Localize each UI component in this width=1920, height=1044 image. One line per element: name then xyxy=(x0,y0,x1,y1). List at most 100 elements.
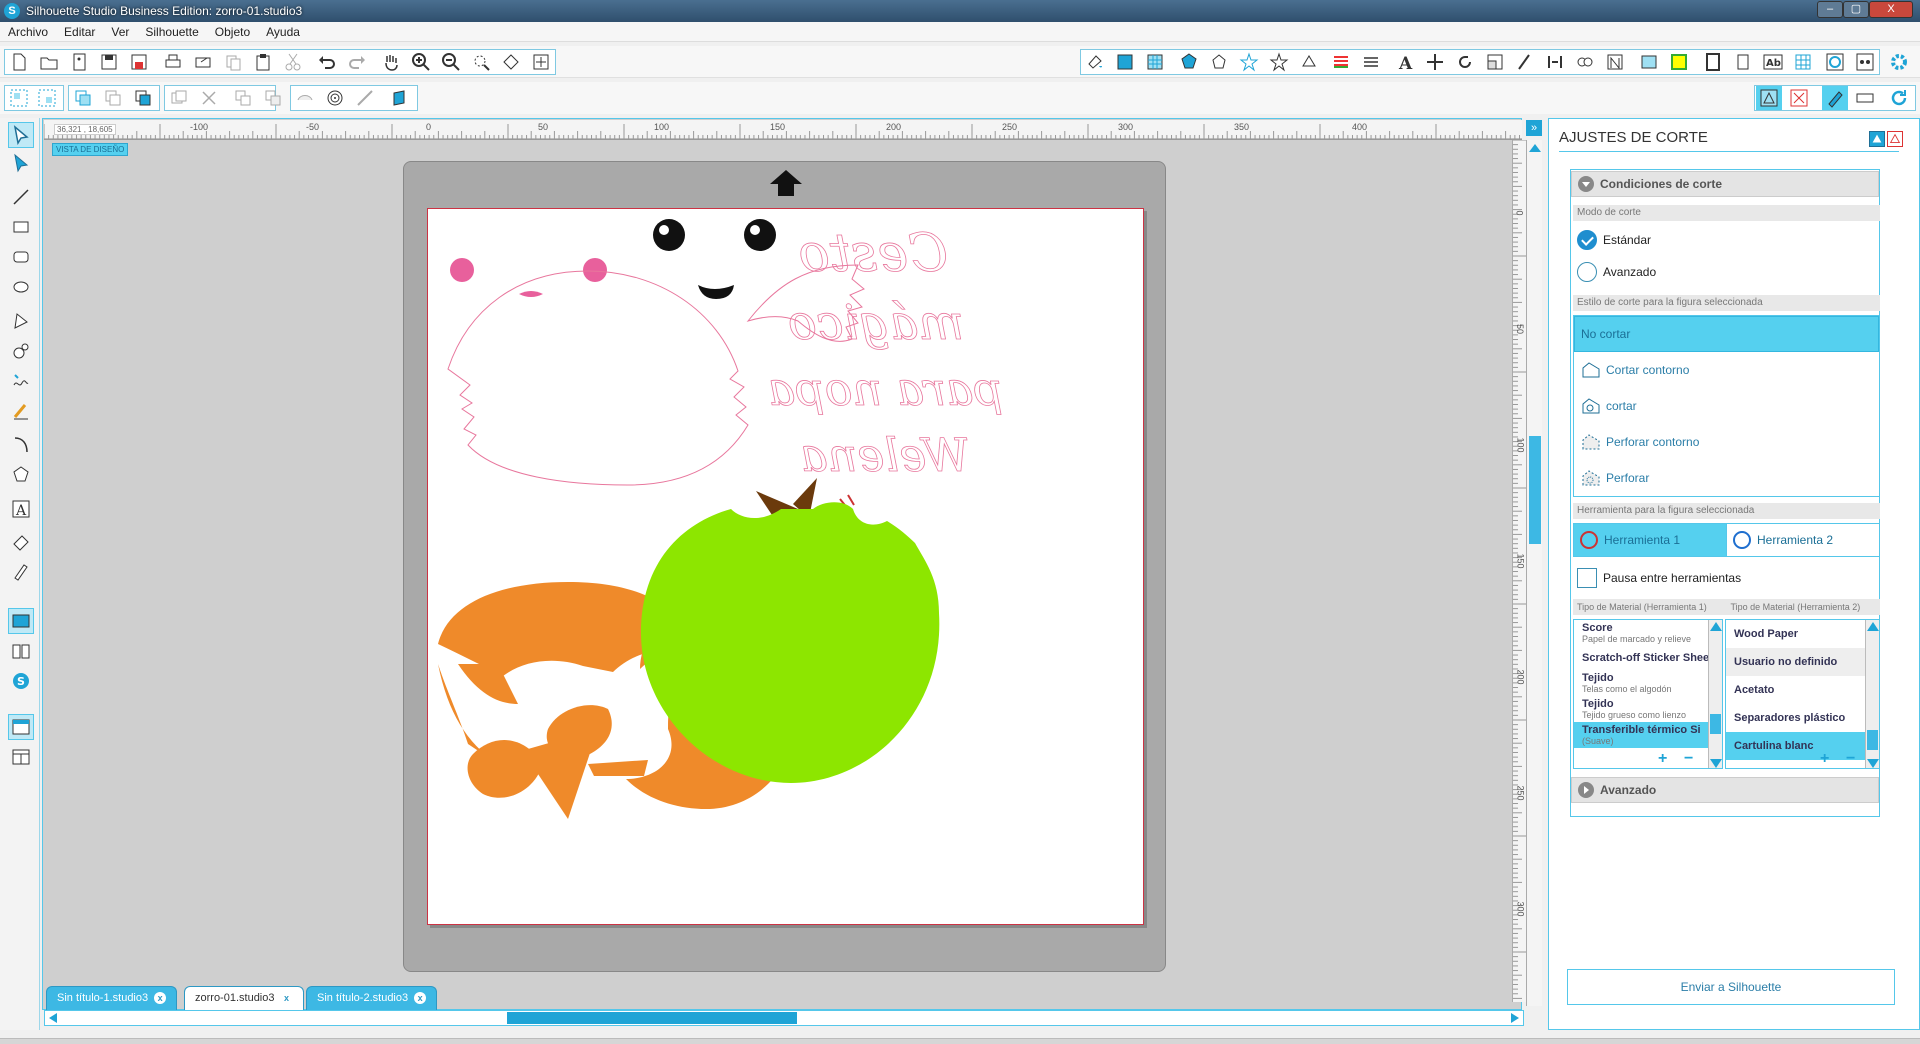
subtract-icon[interactable] xyxy=(260,86,286,110)
point-edit-icon[interactable] xyxy=(8,150,34,176)
refresh-icon[interactable] xyxy=(1886,86,1912,110)
close-tab-icon[interactable]: x xyxy=(280,992,293,1004)
material-item[interactable]: Usuario no definido xyxy=(1726,648,1879,676)
material-item[interactable]: Tejido Tejido grueso como lienzo xyxy=(1574,696,1722,722)
add-material-button[interactable]: + xyxy=(1658,750,1667,768)
section-cut-conditions[interactable]: Condiciones de corte xyxy=(1571,171,1879,197)
regular-polygon-tool-icon[interactable] xyxy=(8,462,34,488)
release-compound-icon[interactable] xyxy=(100,86,126,110)
material-item[interactable]: Scratch-off Sticker Shee xyxy=(1574,646,1722,670)
move-icon[interactable] xyxy=(1422,50,1448,74)
pause-checkbox[interactable] xyxy=(1577,568,1597,588)
cut-style-perforar[interactable]: Perforar xyxy=(1574,460,1879,496)
align-icon[interactable] xyxy=(1328,50,1354,74)
offset-shape-icon[interactable] xyxy=(292,86,318,110)
weld-icon[interactable] xyxy=(230,86,256,110)
material-scroll-thumb[interactable] xyxy=(1710,714,1721,734)
canvas-text-line[interactable]: mágico xyxy=(788,295,965,352)
menu-silhouette[interactable]: Silhouette xyxy=(137,25,206,39)
rounded-rectangle-tool-icon[interactable] xyxy=(8,244,34,270)
line-color-icon[interactable] xyxy=(1176,50,1202,74)
material-item[interactable]: Score Papel de marcado y relieve xyxy=(1574,620,1722,646)
fit-page-icon[interactable] xyxy=(528,50,554,74)
material-scroll-thumb[interactable] xyxy=(1867,730,1878,750)
trace-target-icon[interactable] xyxy=(322,86,348,110)
shadow-icon[interactable] xyxy=(1236,50,1262,74)
transform-icon[interactable] xyxy=(1296,50,1322,74)
single-view-icon[interactable] xyxy=(8,714,34,740)
design-library-icon[interactable] xyxy=(8,608,34,634)
scroll-up-icon[interactable] xyxy=(1710,622,1722,631)
pause-between-tools-option[interactable]: Pausa entre herramientas xyxy=(1573,561,1880,595)
close-button[interactable]: X xyxy=(1869,1,1913,18)
eye-shape[interactable] xyxy=(744,219,776,251)
collapse-panel-icon[interactable]: » xyxy=(1526,120,1542,136)
scroll-right-icon[interactable] xyxy=(1511,1013,1519,1023)
material-item[interactable]: Separadores plástico xyxy=(1726,704,1879,732)
zoom-fit-icon[interactable] xyxy=(498,50,524,74)
delete-icon[interactable] xyxy=(196,86,222,110)
paste-icon[interactable] xyxy=(250,50,276,74)
vertical-scrollbar[interactable] xyxy=(1526,140,1542,1006)
tool-1-option[interactable]: Herramienta 1 xyxy=(1574,524,1726,556)
open-folder-icon[interactable] xyxy=(36,50,62,74)
canvas-text-line[interactable]: para nopa xyxy=(767,362,1003,417)
mode-advanced-option[interactable]: Avanzado xyxy=(1573,255,1880,289)
ellipse-tool-icon[interactable] xyxy=(8,274,34,300)
nest-icon[interactable] xyxy=(1542,50,1568,74)
menu-archivo[interactable]: Archivo xyxy=(0,25,56,39)
pan-hand-icon[interactable] xyxy=(378,50,404,74)
offset-icon[interactable] xyxy=(1602,50,1628,74)
text-tool-icon[interactable]: A xyxy=(8,496,34,522)
silhouette-store-icon[interactable]: S xyxy=(8,668,34,694)
scale-icon[interactable] xyxy=(1482,50,1508,74)
library-book-icon[interactable] xyxy=(8,638,34,664)
fox-muzzle-shape[interactable] xyxy=(528,729,598,819)
remove-material-button[interactable]: − xyxy=(1684,750,1693,768)
material-item-selected[interactable]: Cartulina blanc xyxy=(1726,732,1879,760)
tab-zorro-01[interactable]: zorro-01.studio3 x xyxy=(184,986,304,1010)
material-scrollbar-2[interactable] xyxy=(1865,620,1879,768)
shear-icon[interactable] xyxy=(1512,50,1538,74)
save-icon[interactable] xyxy=(96,50,122,74)
pencil-tool-icon[interactable] xyxy=(8,398,34,424)
vertical-scroll-thumb[interactable] xyxy=(1529,436,1541,544)
zoom-out-icon[interactable] xyxy=(438,50,464,74)
menu-editar[interactable]: Editar xyxy=(56,25,103,39)
menu-ver[interactable]: Ver xyxy=(103,25,137,39)
arc-tool-icon[interactable] xyxy=(8,432,34,458)
section-advanced[interactable]: Avanzado xyxy=(1571,777,1879,803)
redo-icon[interactable] xyxy=(344,50,370,74)
close-tab-icon[interactable]: x xyxy=(154,992,167,1004)
material-list-1[interactable]: Score Papel de marcado y relieve Scratch-… xyxy=(1573,619,1723,769)
fox-nose-shape[interactable] xyxy=(588,760,648,776)
bring-to-front-icon[interactable] xyxy=(130,86,156,110)
print-cut-icon[interactable] xyxy=(190,50,216,74)
material-item[interactable]: Wood Paper xyxy=(1726,620,1879,648)
cut-settings-panel-icon[interactable] xyxy=(1822,50,1848,74)
knife-icon[interactable] xyxy=(352,86,378,110)
trace-icon[interactable] xyxy=(1636,50,1662,74)
media-panel-icon[interactable] xyxy=(1852,50,1878,74)
remove-material-button[interactable]: − xyxy=(1846,750,1855,768)
mouth-shape[interactable] xyxy=(519,291,543,297)
cut-icon[interactable] xyxy=(280,50,306,74)
material-item-selected[interactable]: Transferible térmico Si (Suave) xyxy=(1574,722,1722,748)
zoom-in-icon[interactable] xyxy=(408,50,434,74)
settings-gear-icon[interactable] xyxy=(1886,50,1912,74)
cut-style-perforar-contorno[interactable]: Perforar contorno xyxy=(1574,424,1879,460)
group-icon[interactable] xyxy=(6,86,32,110)
knife-tool-icon[interactable] xyxy=(8,558,34,584)
gradient-icon[interactable] xyxy=(1112,50,1138,74)
horizontal-scrollbar[interactable] xyxy=(44,1010,1524,1026)
ungroup-icon[interactable] xyxy=(34,86,60,110)
panel-mode-cut-icon[interactable] xyxy=(1869,131,1885,147)
tab-sin-titulo-2[interactable]: Sin título-2.studio3 x xyxy=(306,986,438,1010)
scroll-left-icon[interactable] xyxy=(49,1013,57,1023)
mode-standard-option[interactable]: Estándar xyxy=(1573,223,1880,257)
material-list-2[interactable]: Wood Paper Usuario no definido Acetato S… xyxy=(1725,619,1880,769)
cheek-shape[interactable] xyxy=(450,258,474,282)
cut-view-icon[interactable] xyxy=(1822,86,1848,110)
curve-tool-icon[interactable] xyxy=(8,338,34,364)
rectangle-tool-icon[interactable] xyxy=(8,214,34,240)
